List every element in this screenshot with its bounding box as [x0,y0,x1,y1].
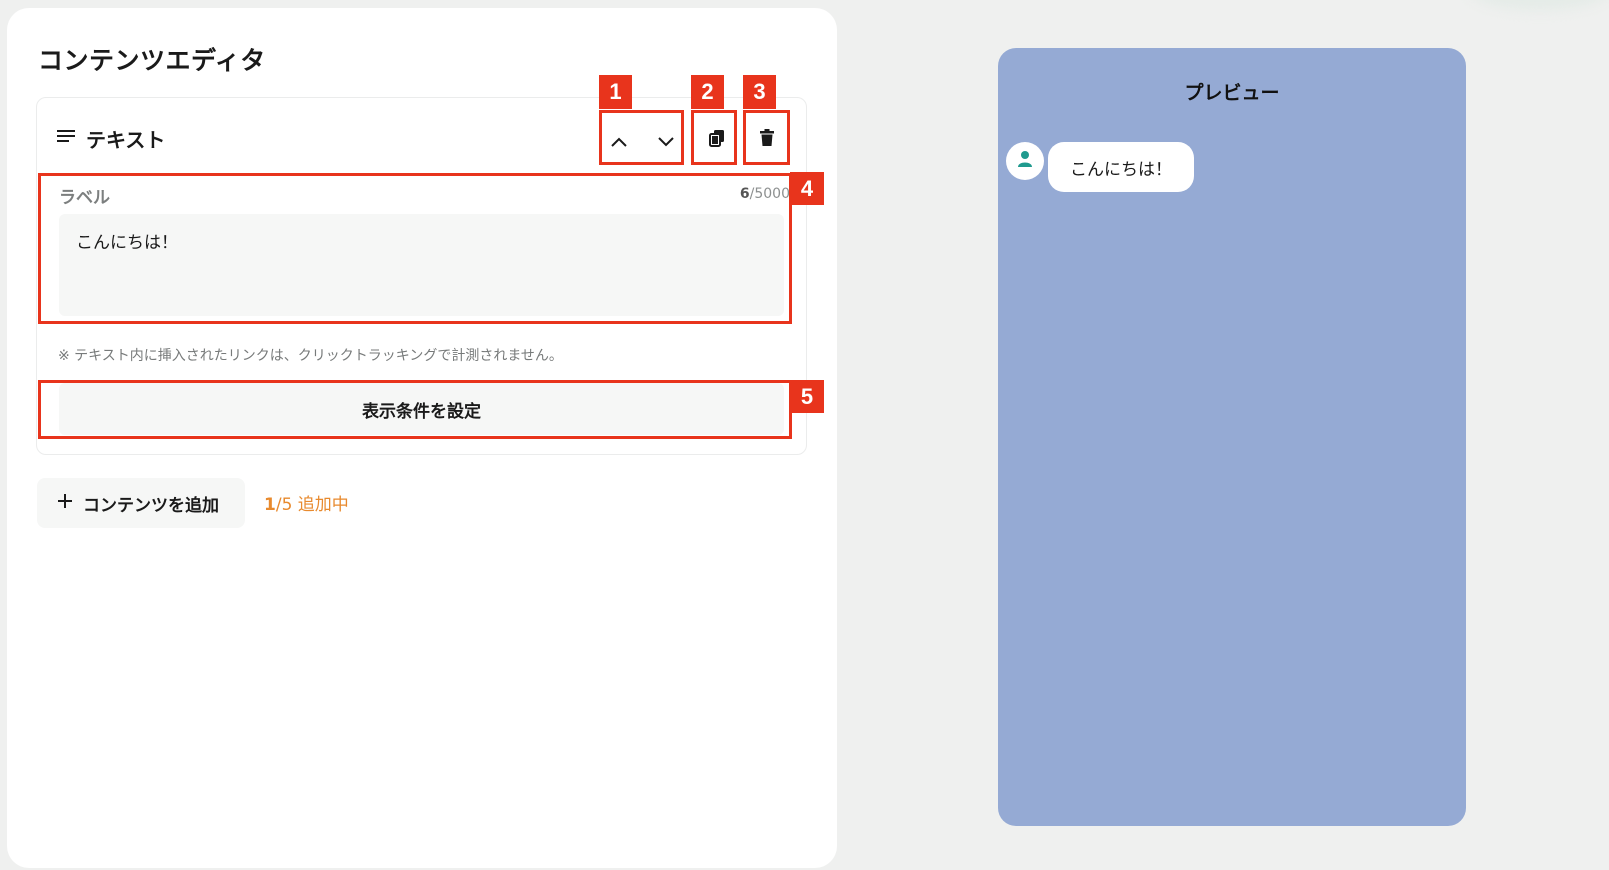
move-up-button[interactable] [601,124,637,160]
plus-icon [57,493,73,514]
preview-message-bubble: こんにちは！ [1048,142,1194,192]
add-content-button[interactable]: コンテンツを追加 [37,478,245,528]
annotation-badge-2: 2 [691,75,724,109]
content-count-current: 1 [264,495,276,515]
label-text-input[interactable]: こんにちは！ [59,214,784,316]
tracking-note: ※ テキスト内に挿入されたリンクは、クリックトラッキングで計測されません。 [58,348,563,364]
chevron-down-icon [657,133,675,152]
content-count-rest: /5 追加中 [275,495,349,515]
annotation-badge-4: 4 [790,172,824,205]
trash-icon [759,129,775,151]
field-label: ラベル [59,188,110,208]
move-down-button[interactable] [648,124,684,160]
preview-panel: プレビュー こんにちは！ [998,48,1466,826]
annotation-badge-3: 3 [743,75,776,109]
preview-title: プレビュー [1184,82,1280,104]
char-count-max: /5000 [749,186,790,202]
editor-title: コンテンツエディタ [38,46,266,75]
copy-icon [709,129,725,151]
user-icon [1016,150,1034,172]
char-count-current: 6 [739,186,750,202]
annotation-badge-1: 1 [599,75,632,109]
background-glow [1470,0,1609,10]
character-counter: 6/5000 [720,186,790,202]
duplicate-button[interactable] [699,122,735,158]
set-display-condition-button[interactable]: 表示条件を設定 [59,383,784,435]
annotation-badge-5: 5 [790,380,824,413]
avatar [1006,142,1044,180]
text-lines-icon [56,128,76,144]
chevron-up-icon [610,133,628,152]
delete-button[interactable] [749,122,785,158]
add-content-label: コンテンツを追加 [83,495,219,516]
card-type-label: テキスト [86,128,166,152]
content-count: 1/5 追加中 [264,490,349,515]
